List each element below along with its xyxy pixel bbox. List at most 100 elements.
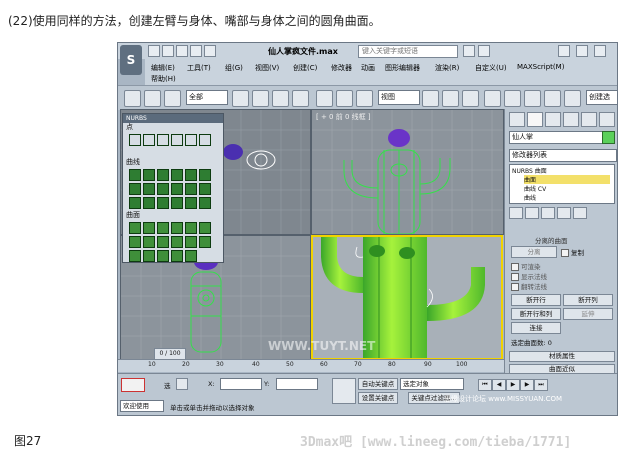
surface-tool-icon[interactable]	[129, 236, 141, 248]
show-end-result-icon[interactable]	[525, 207, 539, 219]
menu-rendering[interactable]: 渲染(R)	[435, 63, 459, 73]
curve-tool-icon[interactable]	[129, 183, 141, 195]
time-slider[interactable]: 0 / 100	[154, 348, 186, 360]
star-icon[interactable]	[478, 45, 490, 57]
point-tool-icon[interactable]	[157, 134, 169, 146]
modifier-list-dropdown[interactable]: 修改器列表	[509, 149, 617, 162]
make-unique-icon[interactable]	[541, 207, 555, 219]
menu-help[interactable]: 帮助(H)	[151, 74, 176, 84]
go-end-icon[interactable]: ⏭	[534, 379, 548, 391]
object-color-swatch[interactable]	[602, 131, 615, 144]
lock-icon[interactable]	[176, 378, 188, 390]
selection-filter-dropdown[interactable]: 全部	[186, 90, 228, 105]
menu-maxscript[interactable]: MAXScript(M)	[517, 63, 564, 71]
curve-tool-icon[interactable]	[143, 197, 155, 209]
search-input[interactable]: 键入关键字或短语	[358, 45, 458, 58]
extend-button[interactable]: 延伸	[563, 308, 613, 320]
material-properties-rollout[interactable]: 材质属性	[509, 351, 615, 362]
curve-tool-icon[interactable]	[171, 183, 183, 195]
curve-tool-icon[interactable]	[199, 169, 211, 181]
key-icon[interactable]	[332, 378, 356, 404]
close-icon[interactable]	[594, 45, 606, 57]
named-selection-dropdown[interactable]: 创建选	[586, 90, 617, 105]
quick-access-new-icon[interactable]	[148, 45, 160, 57]
pivot-icon[interactable]	[422, 90, 439, 107]
stack-item[interactable]: 曲线 CV	[524, 184, 546, 193]
curve-tool-icon[interactable]	[185, 169, 197, 181]
surface-tool-icon[interactable]	[129, 222, 141, 234]
pin-stack-icon[interactable]	[509, 207, 523, 219]
scale-icon[interactable]	[356, 90, 373, 107]
remove-modifier-icon[interactable]	[557, 207, 571, 219]
info-icon[interactable]	[558, 45, 570, 57]
curve-tool-icon[interactable]	[129, 197, 141, 209]
display-normals-checkbox[interactable]: 显示法线	[511, 271, 547, 281]
checkbox-box[interactable]	[511, 273, 519, 281]
curve-tool-icon[interactable]	[185, 183, 197, 195]
curve-tool-icon[interactable]	[171, 197, 183, 209]
set-key-button[interactable]: 设置关键点	[358, 392, 398, 404]
quick-access-redo-icon[interactable]	[204, 45, 216, 57]
curve-tool-icon[interactable]	[129, 169, 141, 181]
flip-normals-checkbox[interactable]: 翻转法线	[511, 281, 547, 291]
display-tab-icon[interactable]	[581, 112, 597, 127]
point-tool-icon[interactable]	[185, 134, 197, 146]
create-tab-icon[interactable]	[509, 112, 525, 127]
surface-tool-icon[interactable]	[157, 250, 169, 262]
unlink-icon[interactable]	[144, 90, 161, 107]
surface-tool-icon[interactable]	[129, 250, 141, 262]
prev-frame-icon[interactable]: ◀	[492, 379, 506, 391]
curve-tool-icon[interactable]	[157, 197, 169, 209]
help-icon[interactable]	[463, 45, 475, 57]
timeline[interactable]: 0 / 100 10 20 30 40 50 60 70 80 90 100	[118, 348, 504, 372]
surface-tool-icon[interactable]	[157, 222, 169, 234]
link-icon[interactable]	[124, 90, 141, 107]
curve-tool-icon[interactable]	[199, 197, 211, 209]
curve-tool-icon[interactable]	[143, 169, 155, 181]
y-coord-field[interactable]	[276, 378, 318, 390]
hierarchy-tab-icon[interactable]	[545, 112, 561, 127]
checkbox-box[interactable]	[511, 263, 519, 271]
menu-create[interactable]: 创建(C)	[293, 63, 317, 73]
surface-tool-icon[interactable]	[199, 236, 211, 248]
object-name-field[interactable]: 仙人掌	[509, 131, 603, 144]
select-by-name-icon[interactable]	[252, 90, 269, 107]
modify-tab-icon[interactable]	[527, 112, 543, 127]
menu-tools[interactable]: 工具(T)	[187, 63, 211, 73]
surface-tool-icon[interactable]	[199, 222, 211, 234]
motion-tab-icon[interactable]	[563, 112, 579, 127]
rect-selection-icon[interactable]	[272, 90, 289, 107]
point-tool-icon[interactable]	[129, 134, 141, 146]
checkbox-box[interactable]	[561, 249, 569, 257]
menu-modifiers[interactable]: 修改器	[331, 63, 352, 73]
edit-named-selection-icon[interactable]	[564, 90, 581, 107]
menu-group[interactable]: 组(G)	[225, 63, 243, 73]
utilities-tab-icon[interactable]	[599, 112, 615, 127]
join-button[interactable]: 连接	[511, 322, 561, 334]
move-icon[interactable]	[316, 90, 333, 107]
spinner-snap-icon[interactable]	[544, 90, 561, 107]
surface-tool-icon[interactable]	[143, 236, 155, 248]
keyboard-shortcut-icon[interactable]	[462, 90, 479, 107]
surface-tool-icon[interactable]	[185, 250, 197, 262]
minimize-icon[interactable]	[576, 45, 588, 57]
rotate-icon[interactable]	[336, 90, 353, 107]
menu-animation[interactable]: 动画	[361, 63, 375, 73]
select-object-icon[interactable]	[232, 90, 249, 107]
quick-access-undo-icon[interactable]	[190, 45, 202, 57]
window-crossing-icon[interactable]	[292, 90, 309, 107]
nurbs-toolbox-title[interactable]: NURBS	[123, 114, 223, 123]
copy-checkbox[interactable]: 复制	[561, 247, 584, 257]
configure-sets-icon[interactable]	[573, 207, 587, 219]
break-both-button[interactable]: 断开行和列	[511, 308, 561, 320]
curve-tool-icon[interactable]	[157, 183, 169, 195]
menu-views[interactable]: 视图(V)	[255, 63, 279, 73]
curve-tool-icon[interactable]	[171, 169, 183, 181]
viewport-front[interactable]: [ + 0 前 0 线框 ]	[311, 109, 504, 235]
surface-tool-icon[interactable]	[171, 250, 183, 262]
reference-coord-dropdown[interactable]: 视图	[378, 90, 420, 105]
point-tool-icon[interactable]	[143, 134, 155, 146]
play-icon[interactable]: ▶	[506, 379, 520, 391]
x-coord-field[interactable]	[220, 378, 262, 390]
surface-tool-icon[interactable]	[171, 236, 183, 248]
